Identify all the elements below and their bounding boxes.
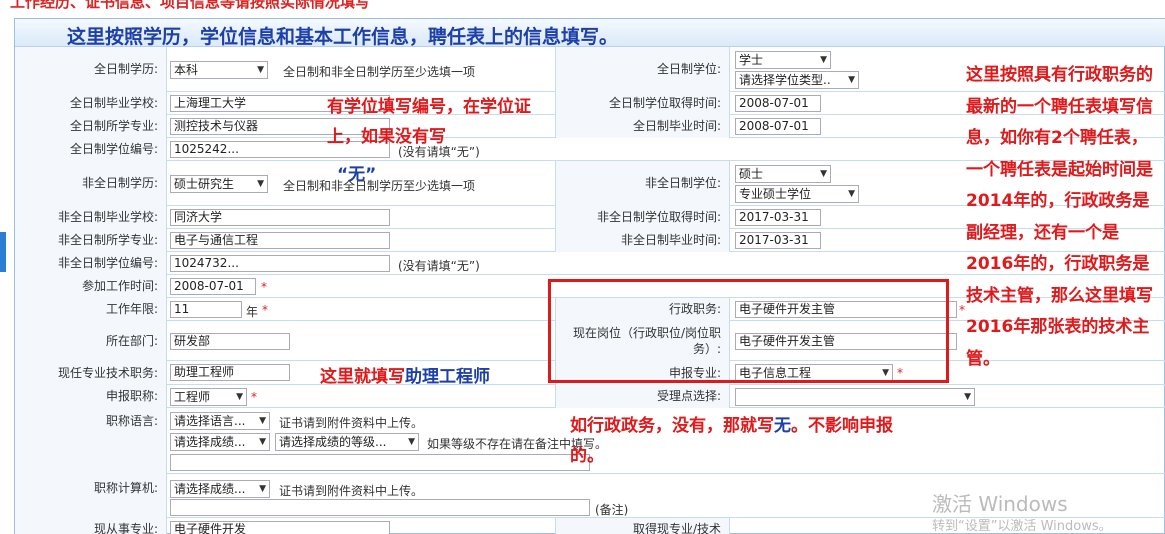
top-strip-text: 工作经历、证书信息、项目信息等请按照实际情况填写 <box>10 0 371 11</box>
ft-school-label: 全日制毕业学校: <box>15 92 167 115</box>
pt-edu-select[interactable]: 硕士研究生 ▼ <box>170 175 268 193</box>
work-years-label: 工作年限: <box>15 298 167 321</box>
lang-level-select[interactable]: 请选择成绩的等级... ▼ <box>275 433 419 451</box>
pt-degree-type-select[interactable]: 专业硕士学位 ▼ <box>735 185 859 203</box>
department-input[interactable]: 研发部 <box>170 333 290 350</box>
ft-degree-date-input[interactable]: 2008-07-01 <box>735 95 821 112</box>
current-field-label: 现从事专业: <box>15 518 167 534</box>
pt-grad-date-input[interactable]: 2017-03-31 <box>735 232 821 249</box>
ft-grad-date-label: 全日制毕业时间: <box>555 115 730 138</box>
lang-cert-hint: 证书请到附件资料中上传。 <box>279 416 424 430</box>
annotation-right-note: 这里按照具有行政职务的最新的一个聘任表填写信息，如你有2个聘任表，一个聘任表是起… <box>966 65 1153 369</box>
current-title-input[interactable]: 助理工程师 <box>170 364 290 381</box>
pt-degree-date-label: 非全日制学位取得时间: <box>555 206 730 229</box>
admin-duty-highlight-box <box>548 279 949 383</box>
pt-degree-label: 非全日制学位: <box>555 161 730 206</box>
accept-point-label: 受理点选择: <box>555 385 730 408</box>
computer-remark-label: (备注) <box>595 503 629 517</box>
annotation-admin-duty: 如行政政务，没有，那就写无。不影响申报的。 <box>570 416 893 466</box>
windows-watermark-title: 激活 Windows <box>932 492 1068 516</box>
annotation-degree-no: 有学位填写编号，在学位证上，如果没有写 <box>327 97 531 147</box>
pt-edu-label: 非全日制学历: <box>15 161 167 206</box>
form-header-title: 这里按照学历，学位信息和基本工作信息，聘任表上的信息填写。 <box>67 26 619 48</box>
pt-major-input[interactable]: 电子与通信工程 <box>170 232 390 249</box>
pt-degree-select[interactable]: 硕士 ▼ <box>735 165 831 183</box>
ft-degree-type-select[interactable]: 请选择学位类型.. ▼ <box>735 71 859 89</box>
row-apply-title: 申报职称: 工程师 ▼ * 受理点选择: ▼ <box>15 385 1165 408</box>
computer-label: 职称计算机: <box>15 474 167 518</box>
pt-school-input[interactable]: 同济大学 <box>170 209 390 226</box>
lang-select[interactable]: 请选择语言... ▼ <box>170 412 270 430</box>
lang-grade-select[interactable]: 请选择成绩... ▼ <box>170 433 270 451</box>
pt-major-label: 非全日制所学专业: <box>15 229 167 252</box>
ft-grad-date-input[interactable]: 2008-07-01 <box>735 118 821 135</box>
work-years-required: * <box>262 303 268 317</box>
left-edge-tab[interactable] <box>0 232 6 272</box>
apply-title-select[interactable]: 工程师 ▼ <box>170 388 247 406</box>
pt-grad-date-label: 非全日制毕业时间: <box>555 229 730 252</box>
apply-title-label: 申报职称: <box>15 385 167 408</box>
pt-school-label: 非全日制毕业学校: <box>15 206 167 229</box>
lang-remark-input[interactable] <box>170 454 590 471</box>
current-title-label: 现任专业技术职务: <box>15 361 167 385</box>
ft-degree-date-label: 全日制学位取得时间: <box>555 92 730 115</box>
obtain-field-label: 取得现专业/技术 <box>555 518 730 534</box>
ft-edu-label: 全日制学历: <box>15 47 167 92</box>
work-years-unit: 年 <box>246 305 259 319</box>
ft-degree-no-label: 全日制学位编号: <box>15 138 167 161</box>
computer-cert-hint: 证书请到附件资料中上传。 <box>279 484 424 498</box>
top-strip: 工作经历、证书信息、项目信息等请按照实际情况填写 <box>0 0 1165 18</box>
ft-major-label: 全日制所学专业: <box>15 115 167 138</box>
apply-title-required: * <box>251 390 257 404</box>
department-label: 所在部门: <box>15 321 167 361</box>
pt-degree-no-hint: (没有请填“无”) <box>398 259 480 273</box>
work-years-input[interactable]: 11 <box>170 301 242 318</box>
pt-degree-no-label: 非全日制学位编号: <box>15 252 167 275</box>
work-start-required: * <box>261 280 267 294</box>
annotation-degree-no-none: “无” <box>337 165 377 185</box>
ft-edu-hint: 全日制和非全日制学历至少选填一项 <box>283 65 476 79</box>
admin-duty-required: * <box>959 303 965 317</box>
lang-label: 职称语言: <box>15 408 167 474</box>
computer-grade-select[interactable]: 请选择成绩... ▼ <box>170 480 270 498</box>
form-header: 这里按照学历，学位信息和基本工作信息，聘任表上的信息填写。 <box>15 19 1165 48</box>
pt-edu-hint: 全日制和非全日制学历至少选填一项 <box>283 179 476 193</box>
work-start-label: 参加工作时间: <box>15 275 167 298</box>
work-start-input[interactable]: 2008-07-01 <box>170 278 256 295</box>
current-field-input[interactable]: 电子硬件开发 <box>170 521 390 534</box>
annotation-current-title: 这里就填写助理工程师 <box>320 367 490 387</box>
accept-point-select[interactable]: ▼ <box>735 388 975 406</box>
pt-degree-date-input[interactable]: 2017-03-31 <box>735 209 821 226</box>
ft-edu-select[interactable]: 本科 ▼ <box>170 61 268 79</box>
windows-watermark-hint: 转到“设置”以激活 Windows。 <box>932 519 1112 534</box>
ft-degree-label: 全日制学位: <box>555 47 730 92</box>
pt-degree-no-input[interactable]: 1024732... <box>170 255 390 272</box>
ft-degree-select[interactable]: 学士 ▼ <box>735 51 831 69</box>
computer-remark-input[interactable] <box>170 499 590 516</box>
